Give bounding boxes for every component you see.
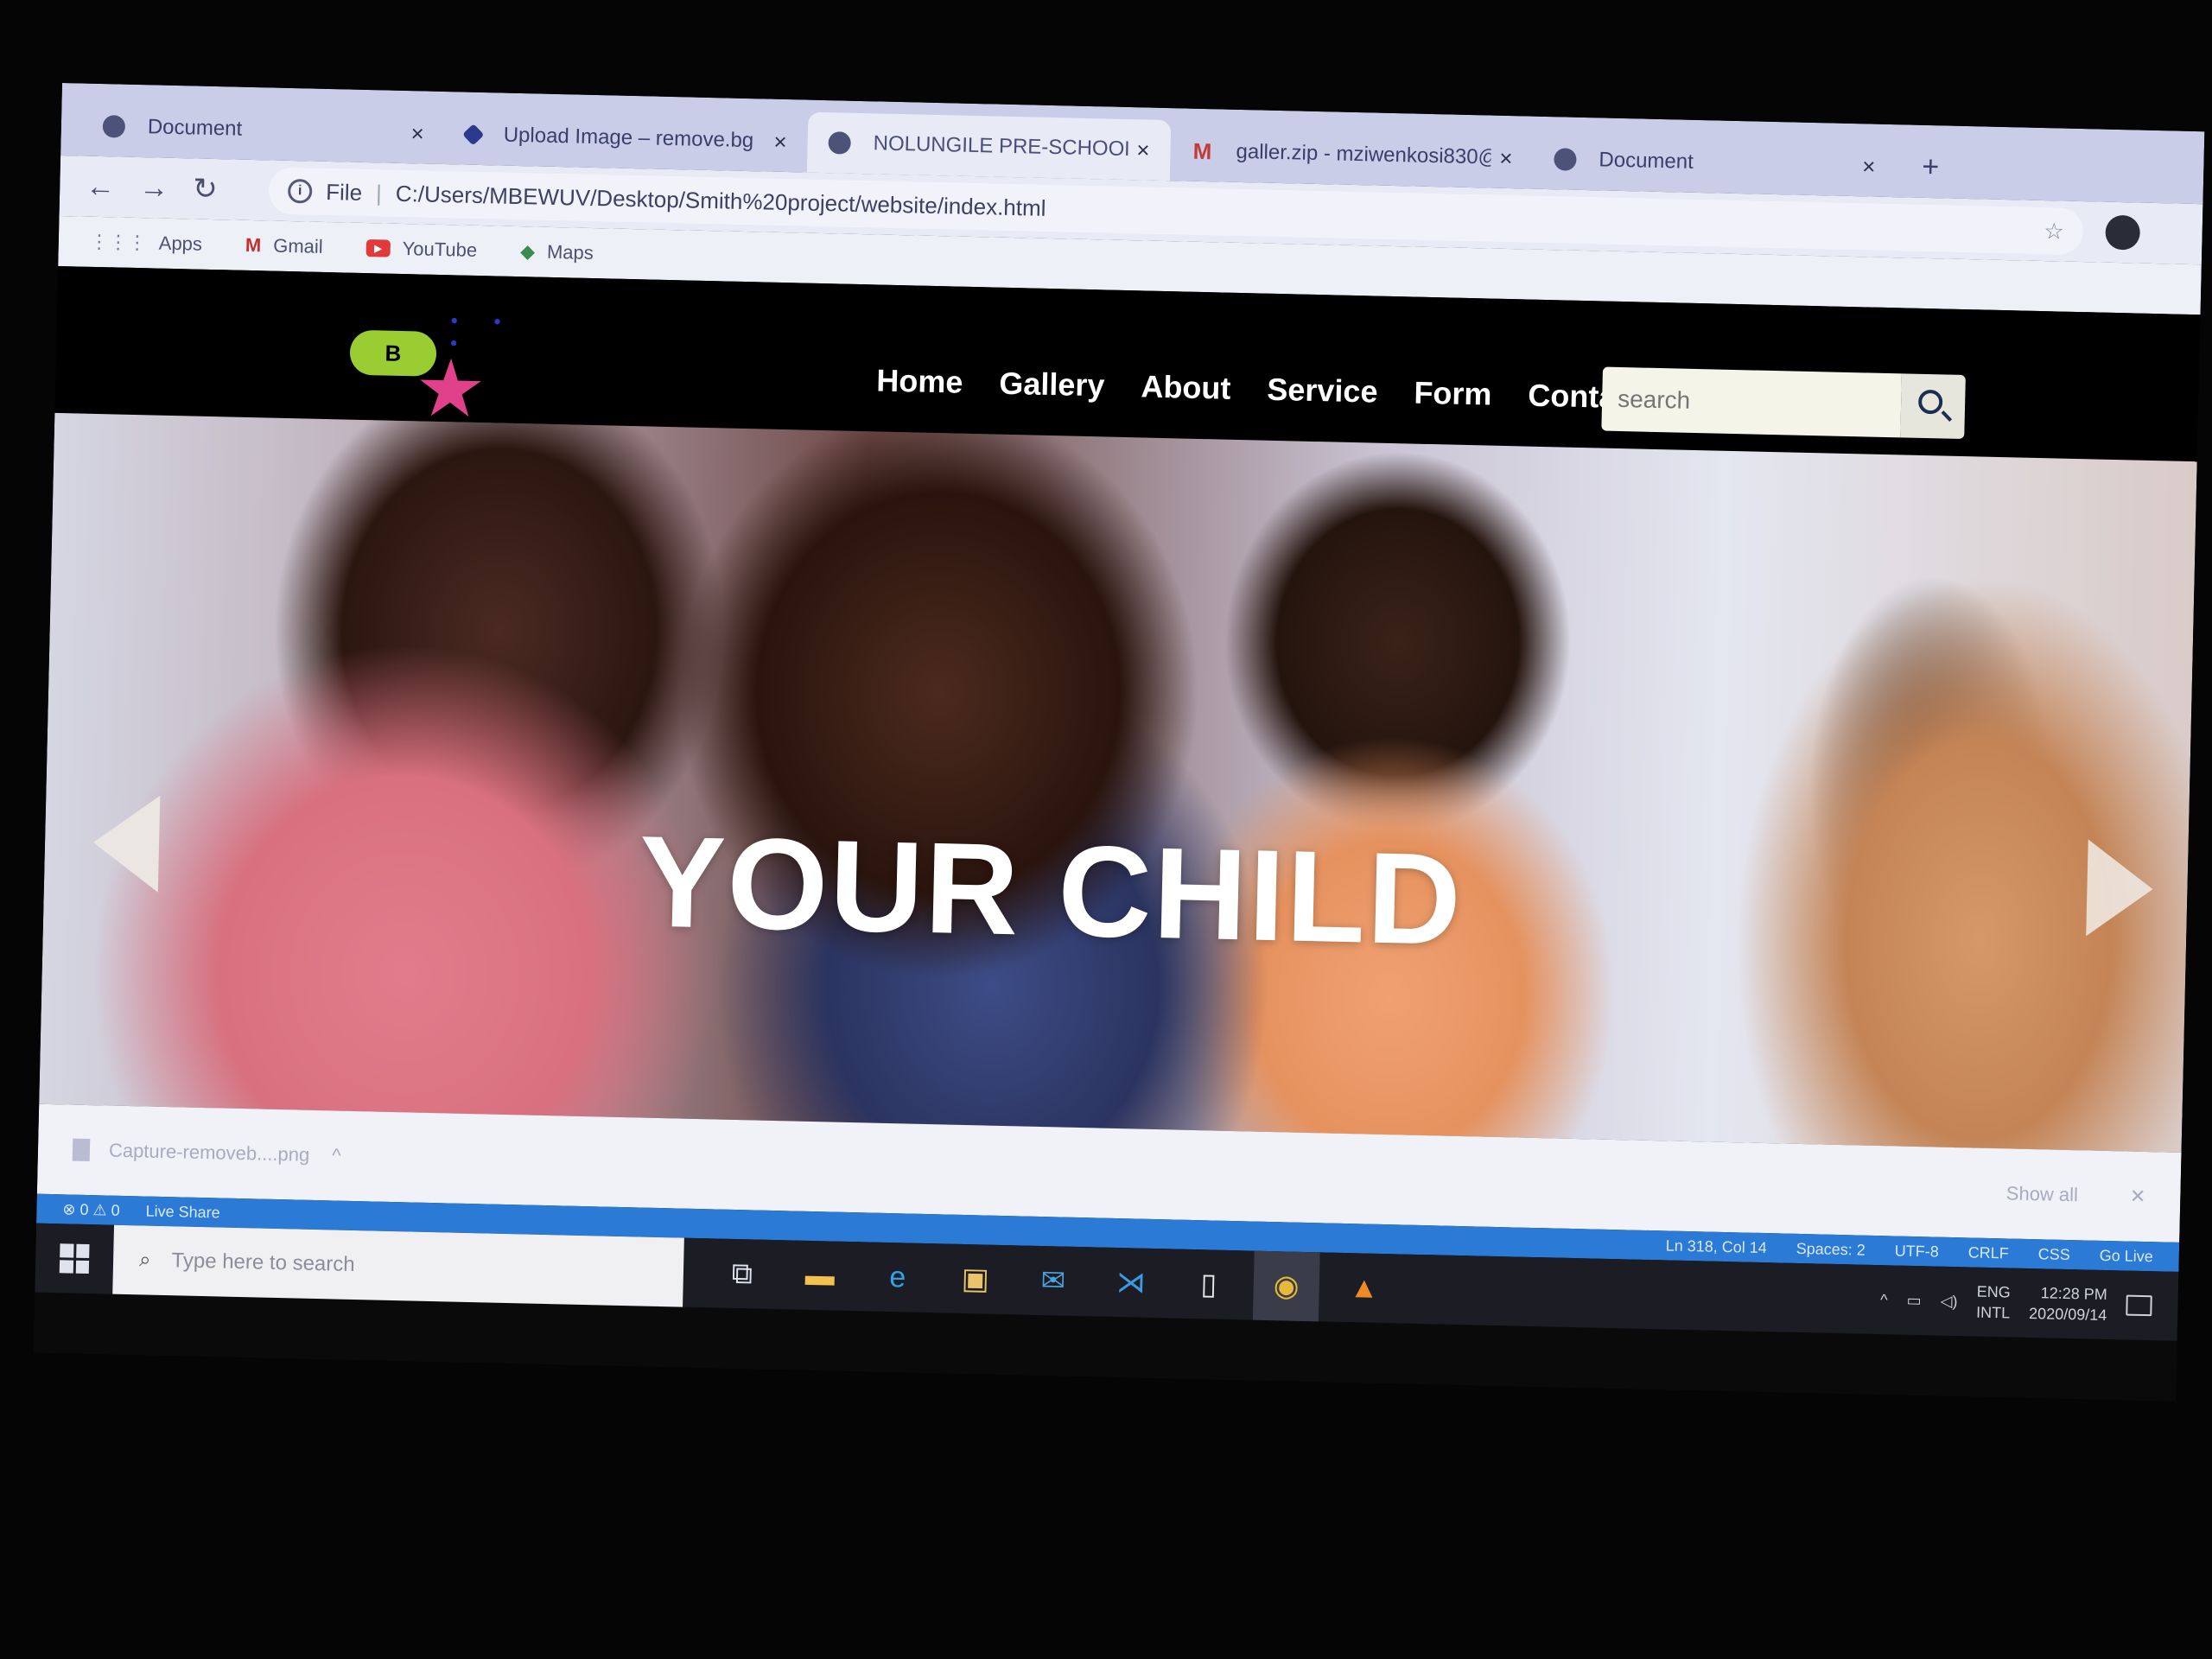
search-input[interactable] bbox=[1601, 366, 1902, 438]
encoding-setting[interactable]: UTF-8 bbox=[1895, 1242, 1939, 1261]
close-tab-icon[interactable]: × bbox=[410, 120, 424, 147]
close-tab-icon[interactable]: × bbox=[1862, 153, 1876, 180]
profile-avatar[interactable] bbox=[2105, 214, 2141, 251]
taskbar-apps: ⧉ ▬ e ▣ ✉ ⋊ ▯ ◉ ▲ bbox=[709, 1238, 1410, 1323]
file-explorer-icon[interactable]: ▬ bbox=[786, 1240, 854, 1311]
bookmark-maps[interactable]: ◆ Maps bbox=[520, 240, 594, 264]
info-icon[interactable]: i bbox=[287, 178, 313, 204]
clock-date: 2020/09/14 bbox=[2028, 1305, 2107, 1325]
windows-logo-icon bbox=[59, 1243, 90, 1274]
main-nav: Home Gallery About Service Form Contact bbox=[876, 362, 1681, 416]
tab-title: NOLUNGILE PRE-SCHOOL bbox=[873, 131, 1128, 162]
address-separator: | bbox=[375, 179, 383, 206]
close-tab-icon[interactable]: × bbox=[1499, 144, 1513, 171]
browser-tab[interactable]: M galler.zip - mziwenkosi830@g × bbox=[1170, 120, 1534, 189]
search-icon: ⌕ bbox=[138, 1248, 151, 1272]
language-mode[interactable]: CSS bbox=[2038, 1245, 2070, 1264]
removebg-icon bbox=[462, 124, 485, 146]
taskbar-search[interactable]: ⌕ Type here to search bbox=[112, 1224, 684, 1307]
cursor-position[interactable]: Ln 318, Col 14 bbox=[1665, 1236, 1768, 1257]
taskbar-search-placeholder: Type here to search bbox=[171, 1249, 355, 1277]
show-all-button[interactable]: Show all bbox=[2006, 1182, 2079, 1206]
hero-caption: YOUR CHILD bbox=[637, 808, 1465, 972]
bookmark-apps[interactable]: ⋮⋮⋮ Apps bbox=[90, 231, 203, 256]
battery-icon[interactable]: ▭ bbox=[1906, 1291, 1921, 1309]
bookmark-label: Maps bbox=[546, 240, 594, 264]
browser-tab[interactable]: Upload Image – remove.bg × bbox=[444, 104, 808, 173]
go-live-button[interactable]: Go Live bbox=[2100, 1246, 2153, 1265]
lang-top: ENG bbox=[1976, 1282, 2011, 1301]
problems-indicator[interactable]: ⊗ 0 ⚠ 0 bbox=[62, 1200, 120, 1219]
volume-icon[interactable]: ◁) bbox=[1940, 1292, 1957, 1310]
browser-tab[interactable]: Document × bbox=[1533, 129, 1897, 198]
back-arrow-icon[interactable]: ← bbox=[86, 169, 140, 204]
clock-time: 12:28 PM bbox=[2040, 1284, 2108, 1304]
bookmark-gmail[interactable]: M Gmail bbox=[245, 234, 323, 258]
clock[interactable]: 12:28 PM 2020/09/14 bbox=[2029, 1282, 2107, 1325]
start-button[interactable] bbox=[35, 1224, 114, 1294]
bookmark-youtube[interactable]: ▶ YouTube bbox=[365, 237, 477, 262]
live-share-button[interactable]: Live Share bbox=[145, 1202, 219, 1222]
site-search bbox=[1601, 366, 1966, 440]
download-item[interactable]: Capture-removeb....png ^ bbox=[72, 1138, 341, 1167]
vlc-icon[interactable]: ▲ bbox=[1331, 1253, 1398, 1324]
close-tab-icon[interactable]: × bbox=[773, 128, 787, 155]
language-indicator[interactable]: ENG INTL bbox=[1976, 1281, 2011, 1324]
bookmark-star-icon[interactable]: ☆ bbox=[2044, 218, 2064, 245]
nav-service[interactable]: Service bbox=[1267, 372, 1378, 410]
chevron-up-icon[interactable]: ^ bbox=[1880, 1291, 1888, 1309]
reload-icon[interactable]: ↻ bbox=[193, 171, 247, 207]
download-filename: Capture-removeb....png bbox=[108, 1139, 310, 1166]
lang-bottom: INTL bbox=[1975, 1303, 2011, 1322]
chrome-icon[interactable]: ◉ bbox=[1252, 1250, 1320, 1322]
hero-slider: YOUR CHILD bbox=[39, 412, 2197, 1153]
site-logo[interactable]: • • • B ★ bbox=[348, 308, 524, 434]
slider-next-arrow-icon[interactable] bbox=[2086, 839, 2154, 938]
maps-icon: ◆ bbox=[519, 240, 536, 263]
task-view-icon[interactable]: ⧉ bbox=[709, 1238, 776, 1309]
indent-setting[interactable]: Spaces: 2 bbox=[1796, 1239, 1866, 1259]
tab-title: Document bbox=[1599, 148, 1694, 174]
tab-title: Document bbox=[147, 115, 243, 141]
apps-grid-icon: ⋮⋮⋮ bbox=[89, 230, 148, 254]
globe-icon bbox=[828, 131, 851, 155]
globe-icon bbox=[1554, 148, 1577, 171]
tab-title: galler.zip - mziwenkosi830@g bbox=[1236, 139, 1491, 170]
search-button[interactable] bbox=[1900, 373, 1966, 440]
bookmark-label: Gmail bbox=[272, 234, 324, 257]
gmail-icon: M bbox=[245, 233, 262, 257]
youtube-icon: ▶ bbox=[365, 239, 391, 257]
slider-prev-arrow-icon[interactable] bbox=[92, 794, 161, 893]
address-prefix: File bbox=[325, 178, 363, 206]
edge-icon[interactable]: e bbox=[864, 1242, 931, 1313]
system-tray: ^ ▭ ◁) ENG INTL 12:28 PM 2020/09/14 bbox=[1880, 1279, 2152, 1326]
eol-setting[interactable]: CRLF bbox=[1968, 1243, 2009, 1262]
nav-form[interactable]: Form bbox=[1414, 375, 1492, 413]
star-icon: ★ bbox=[413, 344, 487, 435]
nav-gallery[interactable]: Gallery bbox=[999, 365, 1105, 404]
forward-arrow-icon[interactable]: → bbox=[139, 171, 194, 206]
browser-tab-active[interactable]: NOLUNGILE PRE-SCHOOL × bbox=[806, 111, 1172, 181]
nav-home[interactable]: Home bbox=[876, 362, 963, 400]
vscode-icon[interactable]: ⋊ bbox=[1097, 1248, 1165, 1319]
close-tab-icon[interactable]: × bbox=[1136, 137, 1150, 163]
chevron-up-icon[interactable]: ^ bbox=[332, 1144, 341, 1166]
file-icon bbox=[72, 1138, 91, 1162]
bookmark-label: YouTube bbox=[402, 237, 478, 261]
bookmark-label: Apps bbox=[158, 232, 203, 255]
monitor-screen: Document × Upload Image – remove.bg × NO… bbox=[33, 83, 2205, 1402]
browser-tab[interactable]: Document × bbox=[81, 96, 445, 165]
search-icon bbox=[1917, 389, 1943, 415]
notifications-icon[interactable] bbox=[2126, 1294, 2152, 1317]
close-download-bar-icon[interactable]: ✕ bbox=[2130, 1185, 2146, 1208]
new-tab-button[interactable]: + bbox=[1922, 150, 1940, 184]
tab-title: Upload Image – remove.bg bbox=[503, 123, 754, 153]
globe-icon bbox=[102, 115, 126, 138]
mail-icon[interactable]: ✉ bbox=[1020, 1246, 1087, 1317]
address-url[interactable]: C:/Users/MBEWUV/Desktop/Smith%20project/… bbox=[396, 180, 1046, 221]
store-icon[interactable]: ▣ bbox=[942, 1243, 1009, 1314]
gmail-icon: M bbox=[1192, 137, 1212, 165]
notepad-icon[interactable]: ▯ bbox=[1175, 1249, 1243, 1320]
nav-about[interactable]: About bbox=[1141, 368, 1231, 406]
